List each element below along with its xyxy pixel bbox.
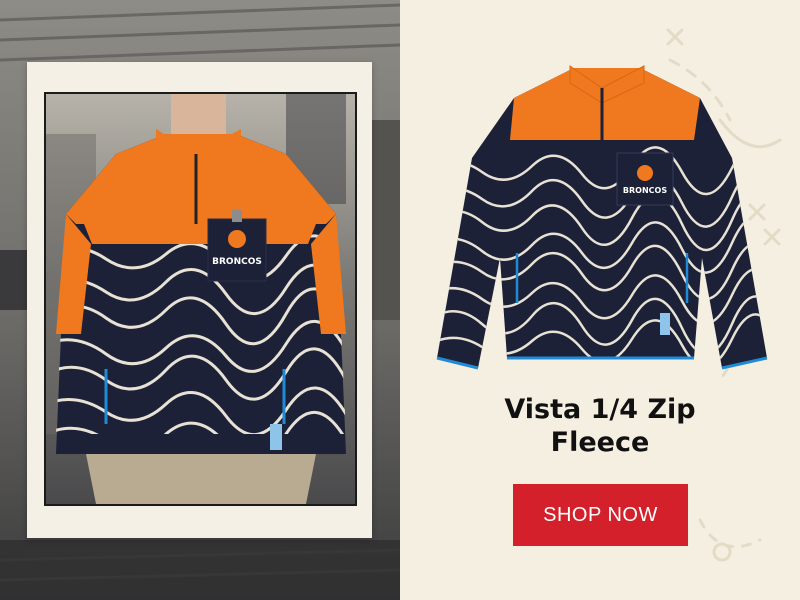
product-title-line1: Vista 1/4 Zip — [504, 394, 696, 425]
shop-now-button[interactable]: SHOP NOW — [513, 484, 688, 546]
lifestyle-photo-panel: BRONCOS — [0, 0, 400, 600]
model-wearing-fleece-image: BRONCOS — [46, 94, 355, 504]
model-photo: BRONCOS — [44, 92, 357, 506]
svg-text:BRONCOS: BRONCOS — [623, 186, 667, 195]
product-title-line2: Fleece — [550, 427, 650, 458]
svg-text:BRONCOS: BRONCOS — [212, 257, 262, 267]
product-title: Vista 1/4 Zip Fleece — [432, 393, 768, 459]
product-image-fleece: BRONCOS — [436, 65, 768, 370]
promo-banner: BRONCOS BRONCOS Vista 1/4 Zip Fleece SHO… — [0, 0, 800, 600]
